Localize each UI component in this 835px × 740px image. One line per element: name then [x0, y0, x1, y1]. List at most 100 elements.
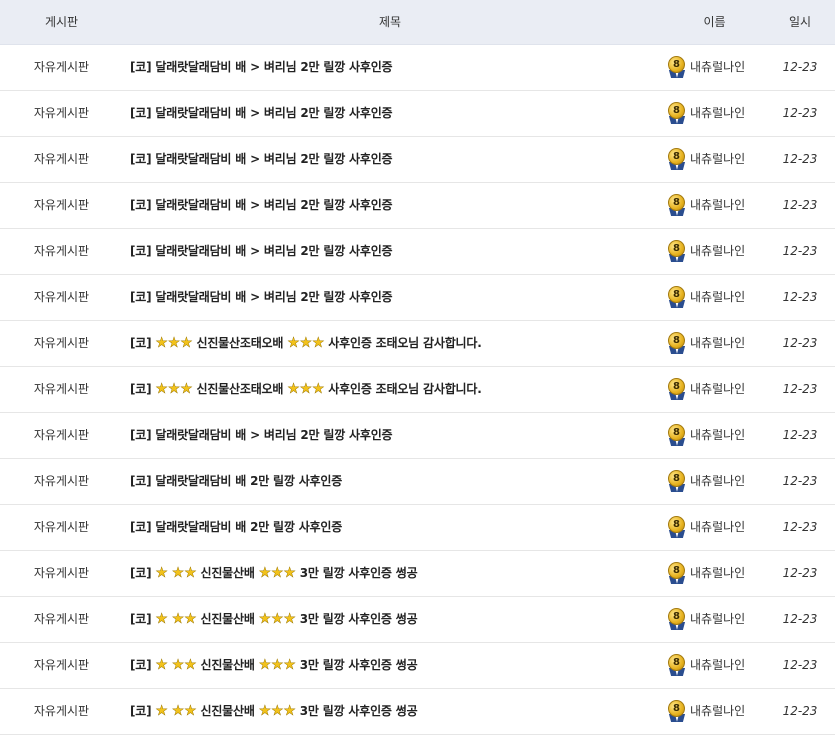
- author-name[interactable]: 8 내츄럴나인: [667, 459, 767, 504]
- author-name-text: 내츄럴나인: [690, 704, 746, 718]
- star-icon: ★: [271, 611, 284, 627]
- table-row[interactable]: 자유게시판 [코] ★★★ 신진물산조태오배 ★★★ 사후인증 조태오님 감사합니…: [0, 321, 835, 367]
- author-name-text: 내츄럴나인: [690, 428, 746, 442]
- post-date: 12-23: [782, 244, 818, 258]
- table-row[interactable]: 자유게시판 [코] ★ ★★ 신진물산배 ★★★ 3만 릴깡 사후인증 썽공 8 내츄…: [0, 689, 835, 735]
- star-icon: ★: [155, 703, 168, 719]
- level-badge-icon: 8: [667, 193, 687, 216]
- table-row[interactable]: 자유게시판 [코] 달래랏달래담비 배 2만 릴깡 사후인증 8 내츄럴나인 12-23: [0, 505, 835, 551]
- author-name[interactable]: 8 내츄럴나인: [667, 321, 767, 366]
- level-number: 8: [668, 607, 685, 625]
- star-icon: ★: [184, 565, 197, 581]
- post-date: 12-23: [782, 198, 818, 212]
- post-title-link[interactable]: [코] 달래랏달래담비 배 > 벼리님 2만 릴깡 사후인증: [130, 413, 650, 458]
- author-name[interactable]: 8 내츄럴나인: [667, 551, 767, 596]
- star-icon: ★: [287, 335, 300, 351]
- star-icon: ★: [271, 565, 284, 581]
- board-link[interactable]: 자유게시판: [0, 367, 123, 412]
- post-title-link[interactable]: [코] 달래랏달래담비 배 2만 릴깡 사후인증: [130, 459, 650, 504]
- author-name-text: 내츄럴나인: [690, 382, 746, 396]
- star-icon: ★: [171, 565, 185, 581]
- post-title-link[interactable]: [코] ★ ★★ 신진물산배 ★★★ 3만 릴깡 사후인증 썽공: [130, 597, 650, 642]
- star-icon: ★: [283, 703, 296, 719]
- table-row[interactable]: 자유게시판 [코] 달래랏달래담비 배 > 벼리님 2만 릴깡 사후인증 8 내츄럴나…: [0, 137, 835, 183]
- post-date: 12-23: [782, 612, 818, 626]
- table-row[interactable]: 자유게시판 [코] 달래랏달래담비 배 > 벼리님 2만 릴깡 사후인증 8 내츄럴나…: [0, 229, 835, 275]
- board-link[interactable]: 자유게시판: [0, 321, 123, 366]
- board-link[interactable]: 자유게시판: [0, 275, 123, 320]
- author-name[interactable]: 8 내츄럴나인: [667, 229, 767, 274]
- post-title-link[interactable]: [코] 달래랏달래담비 배 > 벼리님 2만 릴깡 사후인증: [130, 275, 650, 320]
- level-badge-icon: 8: [667, 561, 687, 584]
- author-name[interactable]: 8 내츄럴나인: [667, 183, 767, 228]
- table-row[interactable]: 자유게시판 [코] 달래랏달래담비 배 > 벼리님 2만 릴깡 사후인증 8 내츄럴나…: [0, 275, 835, 321]
- board-link[interactable]: 자유게시판: [0, 45, 123, 90]
- table-header: 게시판 제목 이름 일시: [0, 0, 835, 45]
- table-row[interactable]: 자유게시판 [코] ★★★ 신진물산조태오배 ★★★ 사후인증 조태오님 감사합니…: [0, 367, 835, 413]
- board-link[interactable]: 자유게시판: [0, 551, 123, 596]
- table-row[interactable]: 자유게시판 [코] 달래랏달래담비 배 > 벼리님 2만 릴깡 사후인증 8 내츄럴나…: [0, 91, 835, 137]
- table-row[interactable]: 자유게시판 [코] 달래랏달래담비 배 2만 릴깡 사후인증 8 내츄럴나인 12-23: [0, 459, 835, 505]
- board-link[interactable]: 자유게시판: [0, 91, 123, 136]
- author-name-text: 내츄럴나인: [690, 612, 746, 626]
- post-title-link[interactable]: [코] ★★★ 신진물산조태오배 ★★★ 사후인증 조태오님 감사합니다.: [130, 367, 650, 412]
- star-icon: ★: [180, 381, 193, 397]
- star-icon: ★: [283, 611, 296, 627]
- table-row[interactable]: 자유게시판 [코] 달래랏달래담비 배 > 벼리님 2만 릴깡 사후인증 8 내츄럴나…: [0, 413, 835, 459]
- board-link[interactable]: 자유게시판: [0, 183, 123, 228]
- author-name[interactable]: 8 내츄럴나인: [667, 643, 767, 688]
- author-name[interactable]: 8 내츄럴나인: [667, 597, 767, 642]
- post-title-link[interactable]: [코] ★ ★★ 신진물산배 ★★★ 3만 릴깡 사후인증 썽공: [130, 551, 650, 596]
- author-name[interactable]: 8 내츄럴나인: [667, 45, 767, 90]
- post-title-link[interactable]: [코] 달래랏달래담비 배 > 벼리님 2만 릴깡 사후인증: [130, 45, 650, 90]
- post-title-link[interactable]: [코] ★ ★★ 신진물산배 ★★★ 3만 릴깡 사후인증 썽공: [130, 643, 650, 688]
- board-link[interactable]: 자유게시판: [0, 459, 123, 504]
- star-icon: ★: [271, 657, 284, 673]
- level-number: 8: [668, 147, 685, 165]
- author-name[interactable]: 8 내츄럴나인: [667, 505, 767, 550]
- author-name[interactable]: 8 내츄럴나인: [667, 91, 767, 136]
- post-date: 12-23: [782, 658, 818, 672]
- author-name[interactable]: 8 내츄럴나인: [667, 689, 767, 734]
- post-title-link[interactable]: [코] ★★★ 신진물산조태오배 ★★★ 사후인증 조태오님 감사합니다.: [130, 321, 650, 366]
- author-name[interactable]: 8 내츄럴나인: [667, 137, 767, 182]
- table-row[interactable]: 자유게시판 [코] 달래랏달래담비 배 > 벼리님 2만 릴깡 사후인증 8 내츄럴나…: [0, 45, 835, 91]
- board-link[interactable]: 자유게시판: [0, 689, 123, 734]
- author-name[interactable]: 8 내츄럴나인: [667, 367, 767, 412]
- column-header-name: 이름: [703, 15, 726, 29]
- board-link[interactable]: 자유게시판: [0, 137, 123, 182]
- post-title-link[interactable]: [코] ★ ★★ 신진물산배 ★★★ 3만 릴깡 사후인증 썽공: [130, 689, 650, 734]
- author-name[interactable]: 8 내츄럴나인: [667, 413, 767, 458]
- level-badge-icon: 8: [667, 147, 687, 170]
- post-title-link[interactable]: [코] 달래랏달래담비 배 > 벼리님 2만 릴깡 사후인증: [130, 91, 650, 136]
- author-name-text: 내츄럴나인: [690, 106, 746, 120]
- post-date: 12-23: [782, 106, 818, 120]
- star-icon: ★: [167, 335, 181, 351]
- author-name-text: 내츄럴나인: [690, 336, 746, 350]
- star-icon: ★: [283, 657, 296, 673]
- board-link[interactable]: 자유게시판: [0, 597, 123, 642]
- author-name-text: 내츄럴나인: [690, 520, 746, 534]
- star-icon: ★: [171, 657, 185, 673]
- post-title-link[interactable]: [코] 달래랏달래담비 배 2만 릴깡 사후인증: [130, 505, 650, 550]
- level-number: 8: [668, 331, 685, 349]
- board-link[interactable]: 자유게시판: [0, 505, 123, 550]
- level-badge-icon: 8: [667, 699, 687, 722]
- post-title-link[interactable]: [코] 달래랏달래담비 배 > 벼리님 2만 릴깡 사후인증: [130, 183, 650, 228]
- author-name-text: 내츄럴나인: [690, 474, 746, 488]
- post-date: 12-23: [782, 60, 818, 74]
- star-icon: ★: [258, 565, 272, 581]
- board-link[interactable]: 자유게시판: [0, 413, 123, 458]
- author-name[interactable]: 8 내츄럴나인: [667, 275, 767, 320]
- board-link[interactable]: 자유게시판: [0, 643, 123, 688]
- board-link[interactable]: 자유게시판: [0, 229, 123, 274]
- table-row[interactable]: 자유게시판 [코] 달래랏달래담비 배 > 벼리님 2만 릴깡 사후인증 8 내츄럴나…: [0, 183, 835, 229]
- level-badge-icon: 8: [667, 285, 687, 308]
- table-row[interactable]: 자유게시판 [코] ★ ★★ 신진물산배 ★★★ 3만 릴깡 사후인증 썽공 8 내츄…: [0, 597, 835, 643]
- level-badge-icon: 8: [667, 331, 687, 354]
- table-row[interactable]: 자유게시판 [코] ★ ★★ 신진물산배 ★★★ 3만 릴깡 사후인증 썽공 8 내츄…: [0, 551, 835, 597]
- post-title-link[interactable]: [코] 달래랏달래담비 배 > 벼리님 2만 릴깡 사후인증: [130, 137, 650, 182]
- star-icon: ★: [155, 611, 168, 627]
- table-row[interactable]: 자유게시판 [코] ★ ★★ 신진물산배 ★★★ 3만 릴깡 사후인증 썽공 8 내츄…: [0, 643, 835, 689]
- post-title-link[interactable]: [코] 달래랏달래담비 배 > 벼리님 2만 릴깡 사후인증: [130, 229, 650, 274]
